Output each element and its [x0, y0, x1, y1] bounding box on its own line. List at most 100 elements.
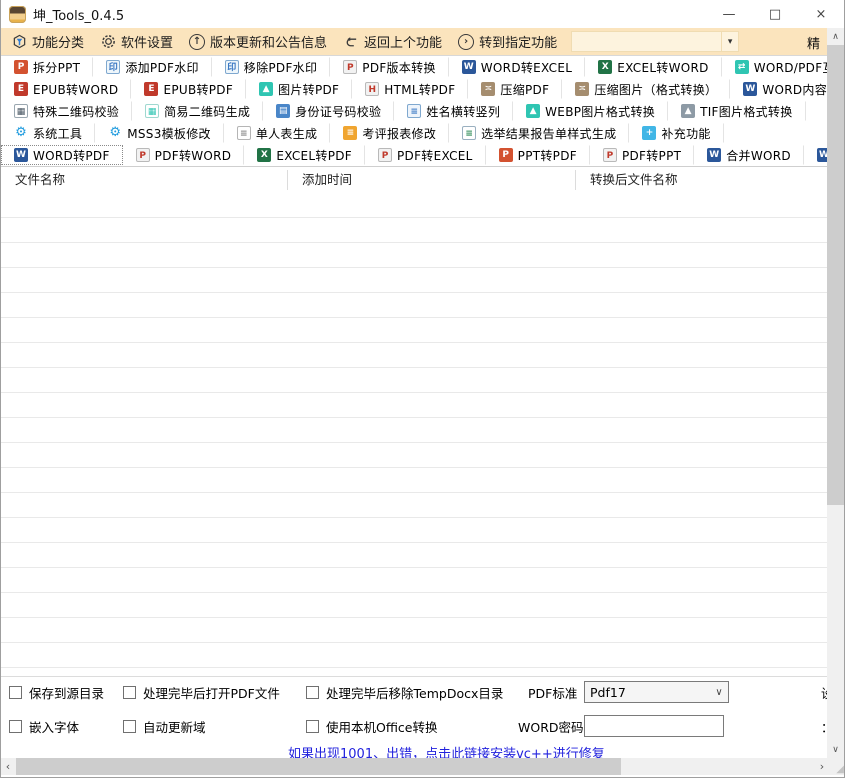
checkbox-row1-3[interactable]: 处理完毕后移除TempDocx目录: [306, 681, 503, 703]
toolbar-button-1[interactable]: 功能分类: [3, 30, 92, 54]
image-icon: ▲: [259, 82, 273, 96]
checkbox-icon[interactable]: [306, 720, 319, 733]
tab-3-1[interactable]: ▦特殊二维码校验: [1, 101, 132, 121]
ppt-icon: P: [499, 148, 513, 162]
checkbox-icon[interactable]: [9, 720, 22, 733]
tab-2-5[interactable]: ≍ 压缩PDF: [468, 79, 562, 99]
tab-1-5[interactable]: WWORD转EXCEL: [449, 57, 585, 77]
checkbox-row1-1[interactable]: 保存到源目录: [9, 681, 104, 703]
checkbox-icon[interactable]: [123, 686, 136, 699]
chevron-down-icon: ∨: [710, 687, 728, 698]
function-search-combobox[interactable]: ▾: [571, 31, 739, 52]
qr-icon: ▦: [14, 104, 28, 118]
close-button[interactable]: ×: [798, 0, 844, 28]
vertical-scroll-thumb[interactable]: [827, 45, 844, 505]
close-icon: ×: [816, 7, 827, 22]
column-header-3[interactable]: 转换后文件名称: [576, 170, 829, 190]
filter-icon: [11, 34, 27, 50]
tab-3-4[interactable]: ≡姓名横转竖列: [394, 101, 513, 121]
tab-2-6[interactable]: ≍压缩图片（格式转换）: [562, 79, 730, 99]
pdf-standard-combobox[interactable]: Pdf17 ∨: [584, 681, 729, 703]
tab-label: 压缩图片（格式转换）: [594, 81, 717, 98]
tab-1-2[interactable]: 印添加PDF水印: [93, 57, 211, 77]
tab-5-4[interactable]: PPDF转EXCEL: [365, 145, 486, 165]
tab-2-3[interactable]: ▲图片转PDF: [246, 79, 352, 99]
tab-4-6[interactable]: +补充功能: [629, 123, 723, 143]
scroll-down-icon[interactable]: ∨: [827, 741, 844, 758]
column-header-2[interactable]: 添加时间: [288, 170, 576, 190]
chevron-down-icon[interactable]: ▾: [721, 32, 738, 51]
column-header-1[interactable]: 文件名称: [1, 170, 288, 190]
tab-3-2[interactable]: ▦简易二维码生成: [132, 101, 263, 121]
toolbar-button-3[interactable]: ↑版本更新和公告信息: [181, 30, 335, 54]
tab-4-5[interactable]: ≡选举结果报告单样式生成: [449, 123, 629, 143]
tab-row-1: P拆分PPT印添加PDF水印印移除PDF水印PPDF版本转换WWORD转EXCE…: [1, 56, 829, 78]
tab-4-2[interactable]: ⚙MSS3模板修改: [95, 123, 224, 143]
file-list-table: 文件名称添加时间转换后文件名称: [1, 166, 829, 677]
checkbox-icon[interactable]: [306, 686, 319, 699]
horizontal-scrollbar[interactable]: ‹ ›: [1, 758, 829, 775]
scroll-up-icon[interactable]: ∧: [827, 28, 844, 45]
tab-label: WORD转PDF: [33, 147, 110, 164]
tab-4-3[interactable]: ≡单人表生成: [224, 123, 331, 143]
tab-1-1[interactable]: P拆分PPT: [1, 57, 93, 77]
word-icon: W: [707, 148, 721, 162]
word-icon: W: [14, 148, 28, 162]
html-icon: H: [365, 82, 379, 96]
resize-grip[interactable]: ◢: [827, 758, 844, 775]
review-icon: ≡: [343, 126, 357, 140]
tab-5-7[interactable]: W合并WORD: [694, 145, 804, 165]
tab-2-1[interactable]: EEPUB转WORD: [1, 79, 131, 99]
tab-3-5[interactable]: ▲WEBP图片格式转换: [513, 101, 668, 121]
word-password-input[interactable]: [584, 715, 724, 737]
tab-label: 压缩PDF: [500, 81, 549, 98]
toolbar-button-5[interactable]: ›转到指定功能: [450, 30, 565, 54]
toolbar-button-2[interactable]: 软件设置: [92, 30, 181, 54]
table-row: [1, 643, 829, 668]
tab-3-6[interactable]: ▲TIF图片格式转换: [668, 101, 805, 121]
table-row: [1, 193, 829, 218]
tab-5-1[interactable]: W WORD转PDF: [1, 145, 123, 165]
tab-4-1[interactable]: ⚙系统工具: [1, 123, 95, 143]
plusdoc-icon: +: [642, 126, 656, 140]
tab-1-3[interactable]: 印移除PDF水印: [212, 57, 330, 77]
compress-icon: ≍: [481, 82, 495, 96]
minimize-button[interactable]: —: [706, 0, 752, 28]
tab-label: 添加PDF水印: [125, 59, 198, 76]
horizontal-scroll-thumb[interactable]: [16, 758, 621, 775]
toolbar-button-4[interactable]: 返回上个功能: [335, 30, 450, 54]
checkbox-row2-3[interactable]: 使用本机Office转换: [306, 715, 438, 737]
gearblue-icon: ⚙: [14, 126, 28, 140]
epub-icon: E: [14, 82, 28, 96]
checkbox-row2-1[interactable]: 嵌入字体: [9, 715, 79, 737]
tab-5-2[interactable]: PPDF转WORD: [123, 145, 245, 165]
function-tab-strip: P拆分PPT印添加PDF水印印移除PDF水印PPDF版本转换WWORD转EXCE…: [1, 56, 829, 166]
tab-1-7[interactable]: ⇄WORD/PDF互转: [722, 57, 829, 77]
tab-2-2[interactable]: EEPUB转PDF: [131, 79, 246, 99]
vertical-scrollbar[interactable]: ∧ ∨: [827, 28, 844, 758]
maximize-button[interactable]: □: [752, 0, 798, 28]
checkbox-row1-2[interactable]: 处理完毕后打开PDF文件: [123, 681, 280, 703]
tab-3-3[interactable]: ▤身份证号码校验: [263, 101, 394, 121]
tab-5-5[interactable]: PPPT转PDF: [486, 145, 590, 165]
tab-5-8[interactable]: W拆分WORD: [804, 145, 829, 165]
checkbox-icon[interactable]: [9, 686, 22, 699]
scroll-left-icon[interactable]: ‹: [1, 758, 15, 775]
tab-1-6[interactable]: XEXCEL转WORD: [585, 57, 721, 77]
tab-2-4[interactable]: HHTML转PDF: [352, 79, 468, 99]
tab-2-7[interactable]: WWORD内容提取: [730, 79, 829, 99]
idcard-icon: ▤: [276, 104, 290, 118]
excel-icon: X: [598, 60, 612, 74]
toolbar-button-label: 软件设置: [121, 32, 173, 51]
table-row: [1, 393, 829, 418]
tab-5-6[interactable]: PPDF转PPT: [590, 145, 694, 165]
tab-4-4[interactable]: ≡考评报表修改: [330, 123, 449, 143]
checkbox-row2-2[interactable]: 自动更新域: [123, 715, 206, 737]
tab-1-4[interactable]: PPDF版本转换: [330, 57, 448, 77]
table-header: 文件名称添加时间转换后文件名称: [1, 167, 829, 193]
table-row: [1, 368, 829, 393]
options-row-2: WORD密码 ： 嵌入字体自动更新域使用本机Office转换: [1, 715, 829, 737]
tab-5-3[interactable]: XEXCEL转PDF: [244, 145, 365, 165]
tab-label: 简易二维码生成: [164, 103, 250, 120]
checkbox-icon[interactable]: [123, 720, 136, 733]
